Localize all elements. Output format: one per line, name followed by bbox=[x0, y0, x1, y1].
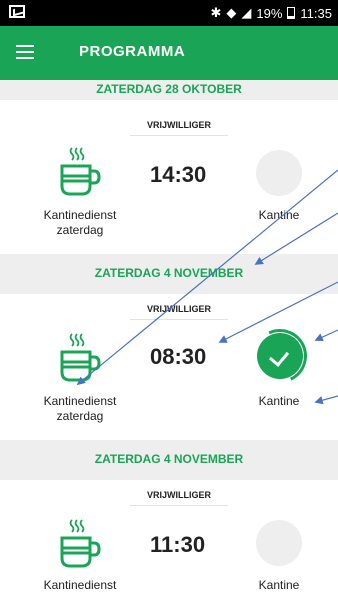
battery-percent: 19% bbox=[256, 5, 283, 21]
coffee-cup-icon bbox=[60, 333, 101, 382]
wifi-icon: ◆ bbox=[226, 5, 237, 20]
role-label: VRIJWILLIGER bbox=[130, 120, 228, 136]
task-name: Kantinedienst zaterdag bbox=[43, 394, 117, 423]
location-label: Kantine bbox=[258, 578, 300, 592]
shift-card[interactable]: VRIJWILLIGER 11:30 Kantinedienst Kantine bbox=[0, 480, 338, 596]
checkin-button-checked[interactable] bbox=[257, 333, 303, 379]
status-bar: ✱ ◆ ◢ 19% 11:35 bbox=[0, 0, 338, 26]
shift-time: 11:30 bbox=[150, 532, 206, 557]
task-name: Kantinedienst zaterdag bbox=[43, 208, 117, 237]
bluetooth-icon: ✱ bbox=[210, 5, 222, 20]
app-bar: PROGRAMMA bbox=[0, 26, 338, 80]
signal-icon: ◢ bbox=[241, 5, 252, 20]
clock: 11:35 bbox=[300, 5, 332, 21]
battery-icon bbox=[287, 7, 296, 19]
location-label: Kantine bbox=[258, 394, 300, 408]
date-header: ZATERDAG 28 OKTOBER bbox=[0, 80, 338, 100]
shift-card[interactable]: VRIJWILLIGER 08:30 Kantinedienst zaterda… bbox=[0, 294, 338, 440]
role-label: VRIJWILLIGER bbox=[130, 304, 228, 320]
coffee-cup-icon bbox=[60, 147, 101, 196]
mail-notification-icon bbox=[9, 5, 25, 18]
shift-card[interactable]: VRIJWILLIGER 14:30 Kantinedienst zaterda… bbox=[0, 100, 338, 254]
shift-time: 08:30 bbox=[150, 344, 207, 369]
checkin-button[interactable] bbox=[256, 150, 302, 196]
page-title: PROGRAMMA bbox=[79, 43, 186, 60]
date-header: ZATERDAG 4 NOVEMBER bbox=[0, 254, 338, 294]
location-label: Kantine bbox=[258, 208, 300, 222]
shift-time: 14:30 bbox=[150, 162, 207, 187]
checkmark-icon bbox=[268, 346, 290, 367]
task-name: Kantinedienst bbox=[43, 578, 117, 592]
role-label: VRIJWILLIGER bbox=[130, 490, 228, 506]
coffee-cup-icon bbox=[60, 519, 101, 568]
date-header: ZATERDAG 4 NOVEMBER bbox=[0, 440, 338, 480]
checkin-button[interactable] bbox=[256, 520, 302, 566]
hamburger-icon[interactable] bbox=[16, 45, 34, 59]
